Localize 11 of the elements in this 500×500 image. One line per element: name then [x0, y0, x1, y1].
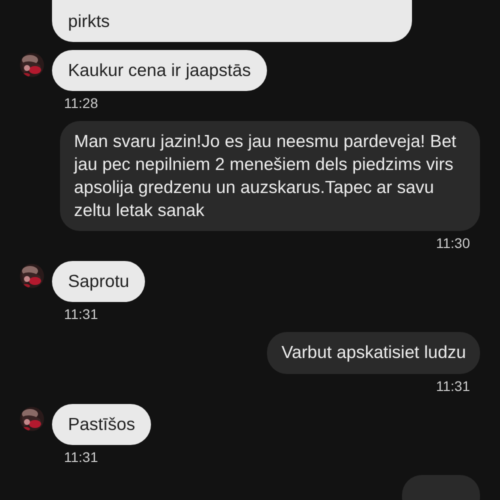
timestamp: 11:30 [436, 235, 470, 251]
message-bubble: Saprotu [52, 261, 146, 302]
message-bubble: Man svaru jazin!Jo es jau neesmu pardeveja! Bet jau pec nepilniem 2 menešiem dels piedzims virs apsolija gredzenu un auzskarus.Tapec ar savu zeltu letak sanak [60, 121, 480, 231]
message-bubble: pirkts [52, 0, 412, 42]
message-bubble: Pastīšos [52, 404, 152, 445]
timestamp: 11:31 [64, 306, 99, 322]
timestamp: 11:31 [64, 449, 99, 465]
message-bubble: Varbut apskatisiet ludzu [267, 332, 480, 374]
timestamp: 11:31 [436, 378, 470, 394]
message-bubble: Kaukur cena ir jaapstās [52, 50, 267, 91]
timestamp: 11:28 [64, 95, 99, 111]
